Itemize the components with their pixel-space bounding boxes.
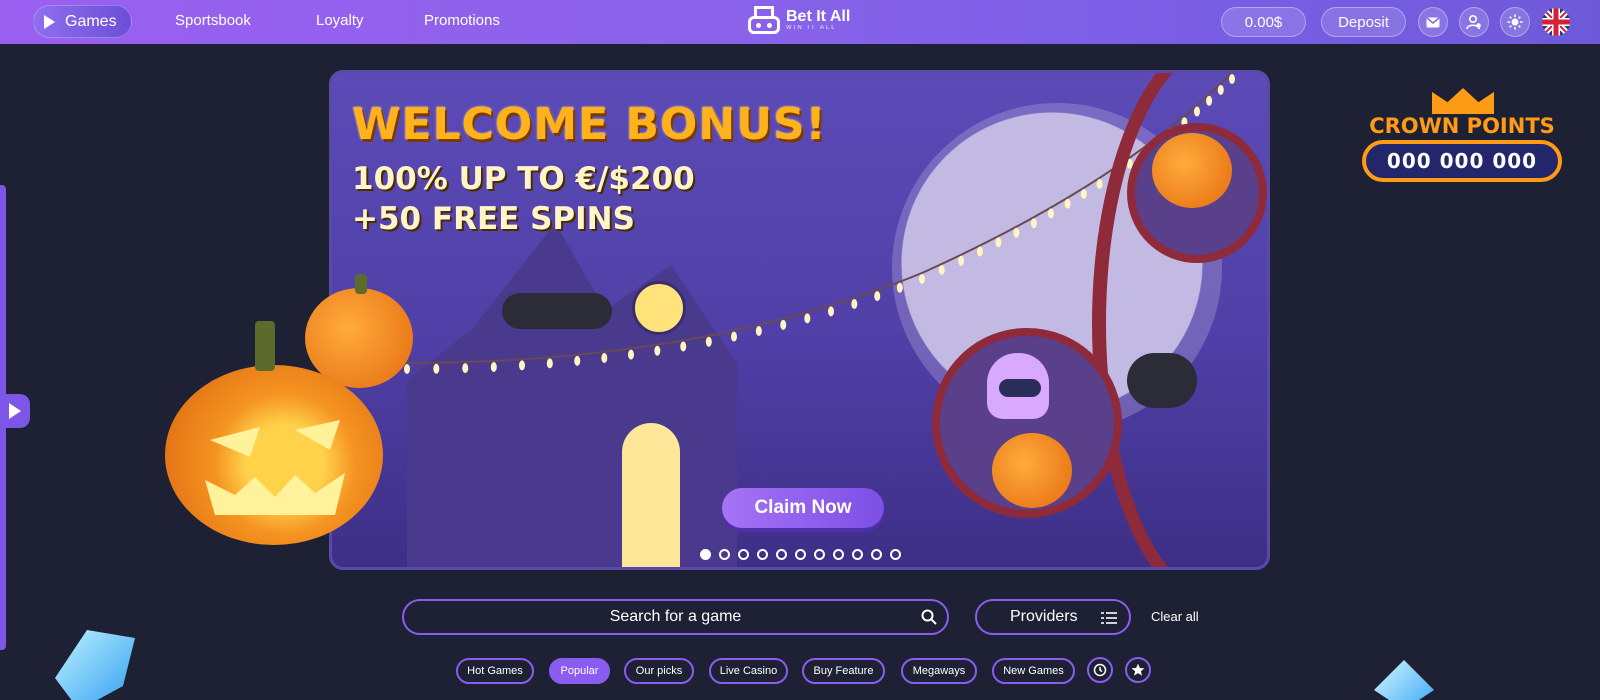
history-icon: [1093, 663, 1107, 677]
carousel-dot[interactable]: [852, 549, 863, 560]
jack-o-lantern-large-illustration: [165, 321, 383, 545]
crown-icon: [1432, 88, 1494, 114]
crystal-decoration: [1374, 660, 1434, 700]
jack-o-lantern-illustration: [992, 433, 1072, 508]
category-chip[interactable]: Hot Games: [456, 658, 534, 684]
cat-wheel-illustration: [1127, 353, 1197, 408]
search-input[interactable]: [465, 608, 886, 626]
recent-games-button[interactable]: [1087, 657, 1113, 683]
category-chip[interactable]: Live Casino: [709, 658, 788, 684]
category-chip[interactable]: Buy Feature: [802, 658, 885, 684]
top-nav-bar: Games Sportsbook Loyalty Promotions Bet …: [0, 0, 1600, 44]
sun-icon: [1507, 14, 1523, 30]
carousel-dots: [700, 549, 901, 560]
nav-games-label: Games: [65, 12, 117, 30]
search-icon[interactable]: [921, 609, 937, 625]
uk-flag-icon: [1542, 8, 1570, 36]
category-chip[interactable]: Our picks: [624, 658, 694, 684]
crown-points-widget[interactable]: CROWN POINTS 000 000 000: [1362, 88, 1562, 188]
carousel-dot[interactable]: [795, 549, 806, 560]
category-chip[interactable]: Megaways: [901, 658, 977, 684]
banner-offer-line-2: +50 FREE SPINS: [352, 201, 635, 237]
brand-logo[interactable]: Bet It All WIN IT ALL: [748, 6, 850, 34]
ghost-robot-illustration: [987, 353, 1049, 419]
carousel-dot[interactable]: [719, 549, 730, 560]
providers-filter-button[interactable]: Providers: [975, 599, 1131, 635]
clear-all-link[interactable]: Clear all: [1151, 609, 1199, 624]
language-button[interactable]: [1542, 8, 1570, 36]
carousel-dot[interactable]: [833, 549, 844, 560]
cat-illustration: [502, 293, 612, 329]
carousel-dot[interactable]: [890, 549, 901, 560]
claim-now-button[interactable]: Claim Now: [722, 488, 884, 528]
promo-banner[interactable]: WELCOME BONUS! 100% UP TO €/$200 +50 FRE…: [329, 70, 1270, 570]
banner-headline: WELCOME BONUS!: [352, 99, 827, 150]
logo-title: Bet It All: [786, 8, 851, 25]
mail-button[interactable]: [1418, 7, 1448, 37]
carousel-dot[interactable]: [776, 549, 787, 560]
logo-subtitle: WIN IT ALL: [786, 25, 837, 31]
pod-pumpkin-illustration: [1152, 133, 1232, 208]
account-button[interactable]: [1459, 7, 1489, 37]
expand-arrow-icon: [9, 403, 21, 419]
game-search-box[interactable]: [402, 599, 949, 635]
carousel-dot[interactable]: [814, 549, 825, 560]
carousel-dot[interactable]: [871, 549, 882, 560]
play-icon: [44, 14, 55, 29]
category-chip[interactable]: New Games: [992, 658, 1075, 684]
balance-pill[interactable]: 0.00$: [1221, 7, 1306, 37]
favorites-button[interactable]: [1125, 657, 1151, 683]
side-panel-toggle[interactable]: [0, 394, 30, 428]
carousel-dot[interactable]: [757, 549, 768, 560]
banner-subheadline: 100% UP TO €/$200 +50 FREE SPINS: [352, 159, 695, 239]
theme-toggle-button[interactable]: [1500, 7, 1530, 37]
robot-crown-icon: [748, 6, 780, 34]
crown-points-value: 000 000 000: [1362, 140, 1562, 182]
star-icon: [1131, 663, 1145, 676]
filter-list-icon: [1101, 612, 1117, 624]
user-settings-icon: [1466, 14, 1481, 30]
providers-label: Providers: [1010, 608, 1078, 625]
carousel-dot[interactable]: [700, 549, 711, 560]
carousel-dot[interactable]: [738, 549, 749, 560]
deposit-button[interactable]: Deposit: [1321, 7, 1406, 37]
nav-games-button[interactable]: Games: [33, 5, 132, 38]
category-chip-active[interactable]: Popular: [549, 658, 610, 684]
mail-icon: [1426, 16, 1440, 27]
banner-offer-line-1: 100% UP TO €/$200: [352, 161, 695, 197]
nav-sportsbook-link[interactable]: Sportsbook: [175, 12, 251, 29]
crystal-decoration: [55, 630, 135, 700]
nav-promotions-link[interactable]: Promotions: [424, 12, 500, 29]
nav-loyalty-link[interactable]: Loyalty: [316, 12, 364, 29]
crown-points-title: CROWN POINTS: [1369, 114, 1555, 138]
